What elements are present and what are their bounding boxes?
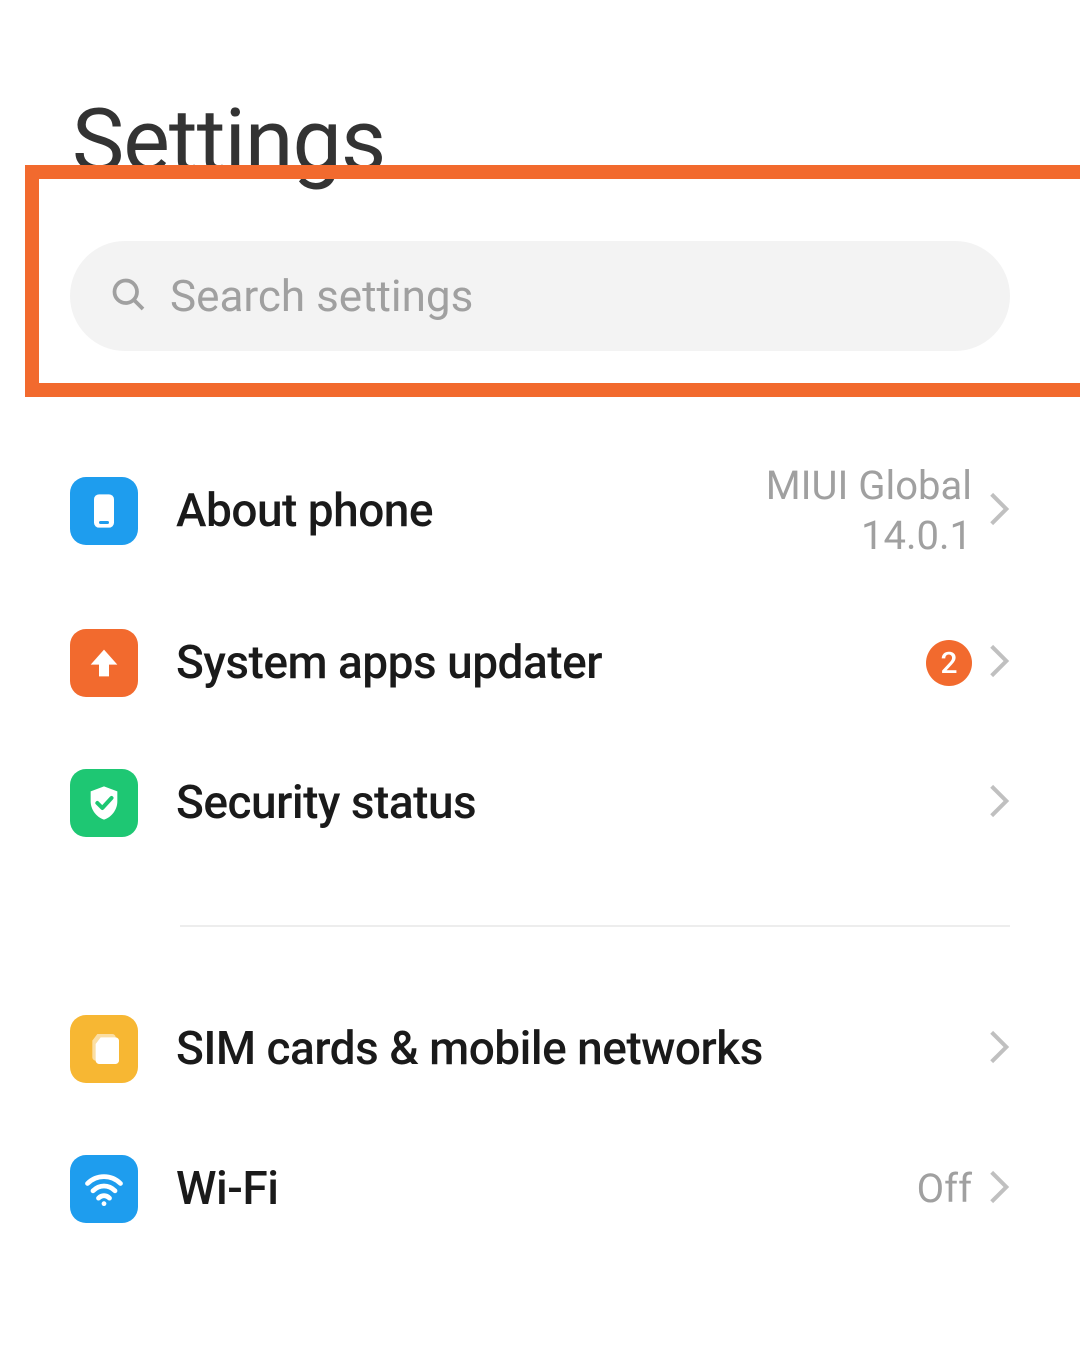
arrow-up-icon (70, 629, 138, 697)
settings-item-sim-cards[interactable]: SIM cards & mobile networks (0, 979, 1080, 1119)
search-icon (110, 276, 146, 316)
search-bar[interactable] (70, 241, 1010, 351)
settings-item-wifi[interactable]: Wi-Fi Off (0, 1119, 1080, 1259)
item-label: Wi-Fi (176, 1162, 917, 1216)
chevron-right-icon (988, 1028, 1010, 1070)
settings-list: About phone MIUI Global 14.0.1 System ap… (0, 429, 1080, 1259)
item-value: MIUI Global 14.0.1 (766, 461, 972, 561)
chevron-right-icon (988, 490, 1010, 532)
item-value: Off (917, 1164, 972, 1214)
wifi-icon (70, 1155, 138, 1223)
item-label: Security status (176, 776, 988, 830)
settings-item-security-status[interactable]: Security status (0, 733, 1080, 873)
chevron-right-icon (988, 782, 1010, 824)
chevron-right-icon (988, 642, 1010, 684)
update-count-badge: 2 (926, 640, 972, 686)
settings-item-system-updater[interactable]: System apps updater 2 (0, 593, 1080, 733)
item-label: System apps updater (176, 636, 926, 690)
settings-item-about-phone[interactable]: About phone MIUI Global 14.0.1 (0, 429, 1080, 593)
chevron-right-icon (988, 1168, 1010, 1210)
page-title: Settings (0, 0, 1080, 193)
section-divider (180, 925, 1010, 927)
phone-icon (70, 477, 138, 545)
search-input[interactable] (170, 270, 970, 322)
shield-check-icon (70, 769, 138, 837)
sim-icon (70, 1015, 138, 1083)
item-label: About phone (176, 484, 766, 538)
item-label: SIM cards & mobile networks (176, 1022, 988, 1076)
